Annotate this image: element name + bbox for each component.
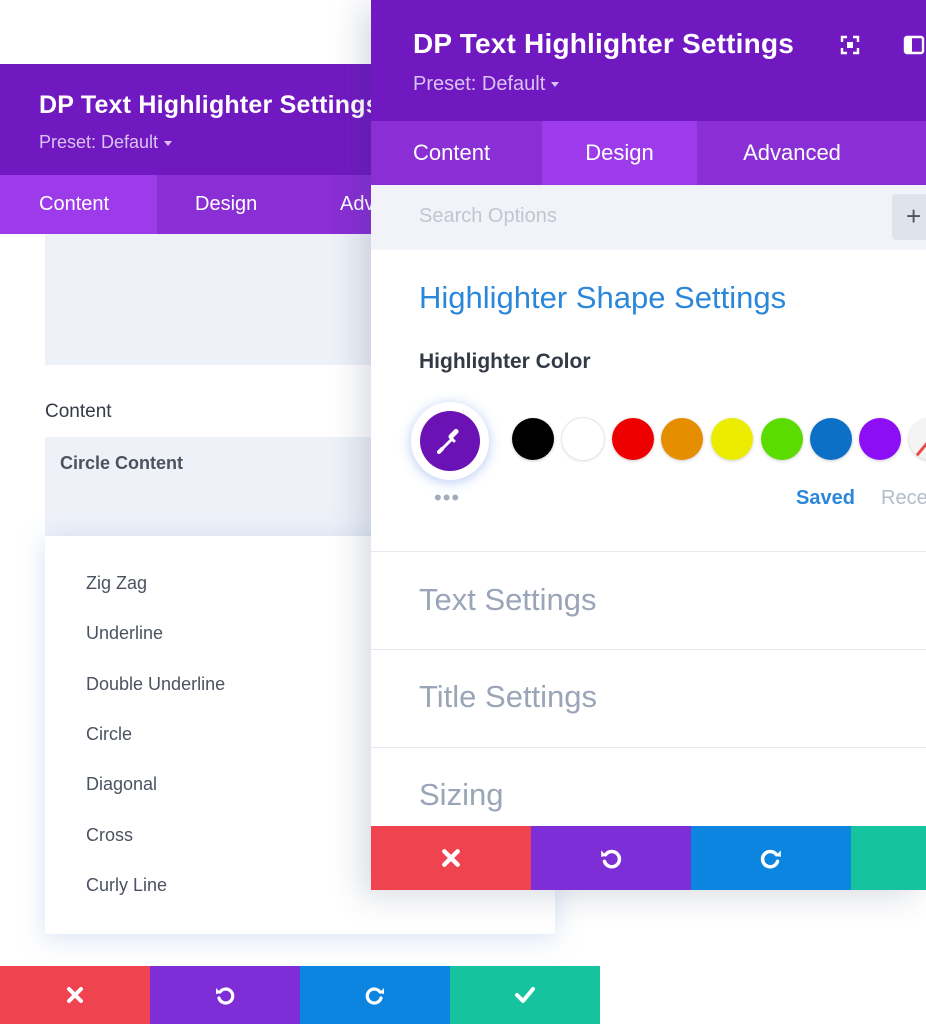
front-settings-panel: DP Text Highlighter Settings Preset: Def… (371, 0, 926, 890)
toggle-sizing[interactable]: Sizing (419, 777, 503, 813)
front-preset-selector[interactable]: Preset: Default (413, 73, 560, 96)
back-save-button[interactable] (450, 966, 600, 1024)
swatch-black[interactable] (512, 418, 554, 460)
highlighter-color-label: Highlighter Color (419, 350, 591, 373)
front-tab-bar: Content Design Advanced (371, 121, 926, 185)
front-tab-content[interactable]: Content (371, 121, 542, 185)
dropdown-option-curly-line[interactable]: Curly Line (86, 875, 167, 896)
sidebar-icon[interactable] (903, 34, 925, 56)
back-cancel-button[interactable] (0, 966, 150, 1024)
color-picker-button[interactable] (411, 402, 489, 480)
content-select-value: Circle Content (60, 453, 184, 473)
back-redo-button[interactable] (300, 966, 450, 1024)
search-bar: + (371, 185, 926, 250)
undo-icon (216, 987, 235, 1005)
front-undo-button[interactable] (531, 826, 691, 890)
back-preset-label: Preset: Default (39, 132, 159, 152)
redo-icon (365, 987, 384, 1005)
dropdown-option-circle[interactable]: Circle (86, 724, 132, 745)
toggle-text-settings[interactable]: Text Settings (419, 582, 596, 618)
dropdown-option-cross[interactable]: Cross (86, 825, 133, 846)
content-select[interactable]: Circle Content (45, 437, 425, 537)
dropdown-option-diagonal[interactable]: Diagonal (86, 774, 157, 795)
caret-down-icon (164, 140, 173, 146)
swatch-green[interactable] (761, 418, 803, 460)
color-picker-swatch (420, 411, 480, 471)
dropdown-option-underline[interactable]: Underline (86, 623, 163, 644)
front-panel-footer (371, 826, 926, 890)
front-redo-button[interactable] (691, 826, 851, 890)
saved-colors-tab[interactable]: Saved (796, 487, 855, 510)
front-tab-advanced[interactable]: Advanced (697, 121, 887, 185)
close-icon (442, 849, 460, 867)
swatch-yellow[interactable] (711, 418, 753, 460)
check-icon (515, 987, 535, 1003)
swatch-white[interactable] (562, 418, 604, 460)
divider (371, 551, 926, 552)
swatch-red[interactable] (612, 418, 654, 460)
divider (371, 649, 926, 650)
fullscreen-icon[interactable] (839, 34, 861, 56)
front-preset-label: Preset: Default (413, 73, 546, 95)
front-tab-design[interactable]: Design (542, 121, 697, 185)
swatch-orange[interactable] (661, 418, 703, 460)
front-panel-header: DP Text Highlighter Settings Preset: Def… (371, 0, 926, 121)
back-tab-design[interactable]: Design (157, 175, 303, 234)
content-field-label: Content (45, 401, 112, 422)
front-panel-title: DP Text Highlighter Settings (413, 28, 795, 59)
back-panel-title: DP Text Highlighter Settings (39, 91, 380, 119)
back-preset-selector[interactable]: Preset: Default (39, 132, 173, 153)
back-panel-footer (0, 966, 600, 1024)
recent-colors-tab[interactable]: Recent (881, 487, 926, 510)
section-title-highlighter-shape[interactable]: Highlighter Shape Settings (419, 280, 786, 316)
caret-down-icon (551, 82, 560, 88)
dropdown-option-double-underline[interactable]: Double Underline (86, 674, 225, 695)
swatch-purple[interactable] (859, 418, 901, 460)
redo-icon (760, 849, 781, 869)
swatch-none[interactable] (909, 418, 926, 460)
back-undo-button[interactable] (150, 966, 300, 1024)
add-button[interactable]: + (892, 194, 926, 240)
front-cancel-button[interactable] (371, 826, 531, 890)
undo-icon (601, 849, 622, 869)
eyedropper-icon (437, 429, 459, 454)
toggle-title-settings[interactable]: Title Settings (419, 679, 597, 715)
dropdown-option-zig-zag[interactable]: Zig Zag (86, 573, 147, 594)
front-save-button[interactable] (851, 826, 926, 890)
back-tab-content[interactable]: Content (0, 175, 157, 234)
close-icon (67, 987, 83, 1003)
search-input[interactable] (419, 205, 719, 228)
back-textarea[interactable] (45, 234, 425, 365)
swatch-blue[interactable] (810, 418, 852, 460)
divider (371, 747, 926, 748)
more-options-button[interactable]: ••• (434, 487, 460, 509)
